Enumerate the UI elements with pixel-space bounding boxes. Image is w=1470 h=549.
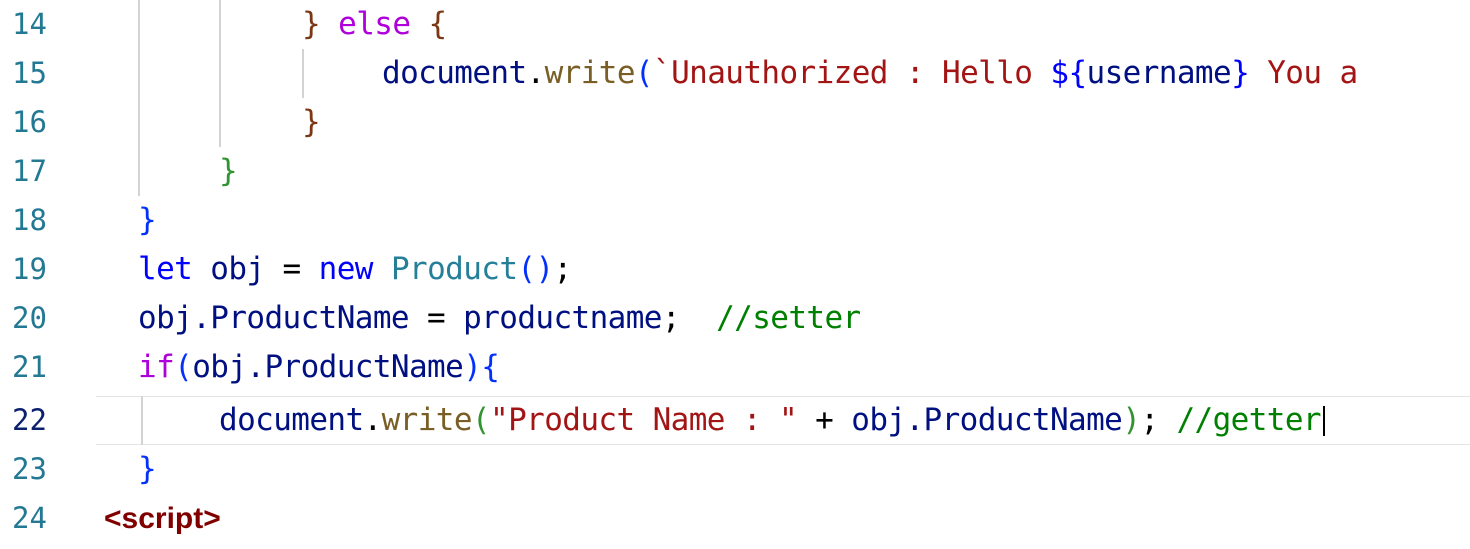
line-number: 19 xyxy=(12,252,47,286)
indent-guide xyxy=(138,0,140,196)
line-number-active: 22 xyxy=(12,403,47,437)
keyword-if: if xyxy=(138,349,175,385)
dot: . xyxy=(363,402,383,438)
identifier: productname xyxy=(463,300,662,336)
class-name: Product xyxy=(390,251,518,287)
operator: = xyxy=(282,251,302,287)
line-number: 21 xyxy=(12,350,47,384)
code-editor[interactable]: 14 15 16 17 18 19 20 21 22 23 24 } else … xyxy=(0,0,1470,549)
keyword-let: let xyxy=(138,251,193,287)
line-number: 24 xyxy=(12,501,47,535)
brace-close: } xyxy=(219,153,238,189)
template-open: ${ xyxy=(1050,55,1087,91)
template-string-tail: You a xyxy=(1249,55,1358,91)
identifier: document xyxy=(382,55,527,91)
comment: //getter xyxy=(1158,402,1321,438)
line-number: 15 xyxy=(12,56,47,90)
identifier: document xyxy=(219,402,364,438)
code-line-22[interactable]: document.write("Product Name : " + obj.P… xyxy=(219,396,1322,445)
method: write xyxy=(544,55,636,91)
brace-open: { xyxy=(428,6,448,42)
identifier: obj.ProductName xyxy=(851,402,1123,438)
keyword-else: else xyxy=(338,6,411,42)
line-number: 23 xyxy=(12,452,47,486)
text-cursor xyxy=(1323,406,1325,436)
operator: + xyxy=(797,402,852,438)
paren: ( xyxy=(634,55,654,91)
brace-close: } xyxy=(138,451,157,487)
brace-open: { xyxy=(481,349,500,385)
code-line-17[interactable]: } xyxy=(219,147,238,196)
brace-close: } xyxy=(302,6,321,42)
semicolon: ; xyxy=(1140,402,1159,438)
operator: = xyxy=(408,300,464,336)
parens: () xyxy=(517,251,554,287)
code-line-18[interactable]: } xyxy=(138,196,157,245)
line-number: 17 xyxy=(12,154,47,188)
paren-open: ( xyxy=(174,349,193,385)
semicolon: ; xyxy=(661,300,681,336)
line-number: 16 xyxy=(12,105,47,139)
code-line-23[interactable]: } xyxy=(138,445,157,494)
template-close: } xyxy=(1231,55,1250,91)
code-line-24[interactable]: <script> xyxy=(104,494,221,543)
method: write xyxy=(381,402,473,438)
keyword-new: new xyxy=(300,251,391,287)
identifier: obj.ProductName xyxy=(192,349,464,385)
code-line-14[interactable]: } else { xyxy=(302,0,447,49)
line-number: 14 xyxy=(12,7,47,41)
code-line-15[interactable]: document.write(`Unauthorized : Hello ${u… xyxy=(382,49,1358,98)
identifier: obj xyxy=(192,251,283,287)
indent-guide xyxy=(219,0,221,147)
code-line-16[interactable]: } xyxy=(302,98,321,147)
paren-close: ) xyxy=(463,349,482,385)
script-tag: <script> xyxy=(104,502,221,535)
template-string: `Unauthorized : Hello xyxy=(653,55,1051,91)
semicolon: ; xyxy=(553,251,573,287)
string: "Product Name : " xyxy=(490,402,798,438)
code-line-19[interactable]: let obj = new Product(); xyxy=(138,245,572,294)
identifier: obj.ProductName xyxy=(138,300,410,336)
brace-close: } xyxy=(138,202,157,238)
dot: . xyxy=(526,55,546,91)
indent-guide xyxy=(302,49,304,98)
code-line-21[interactable]: if(obj.ProductName){ xyxy=(138,343,500,392)
line-number: 18 xyxy=(12,203,47,237)
code-line-20[interactable]: obj.ProductName = productname; //setter xyxy=(138,294,861,343)
line-number: 20 xyxy=(12,301,47,335)
indent-guide xyxy=(141,396,143,445)
paren-open: ( xyxy=(471,402,491,438)
comment: //setter xyxy=(679,300,861,336)
template-var: username xyxy=(1086,55,1232,91)
paren-close: ) xyxy=(1122,402,1141,438)
brace-close: } xyxy=(302,104,321,140)
